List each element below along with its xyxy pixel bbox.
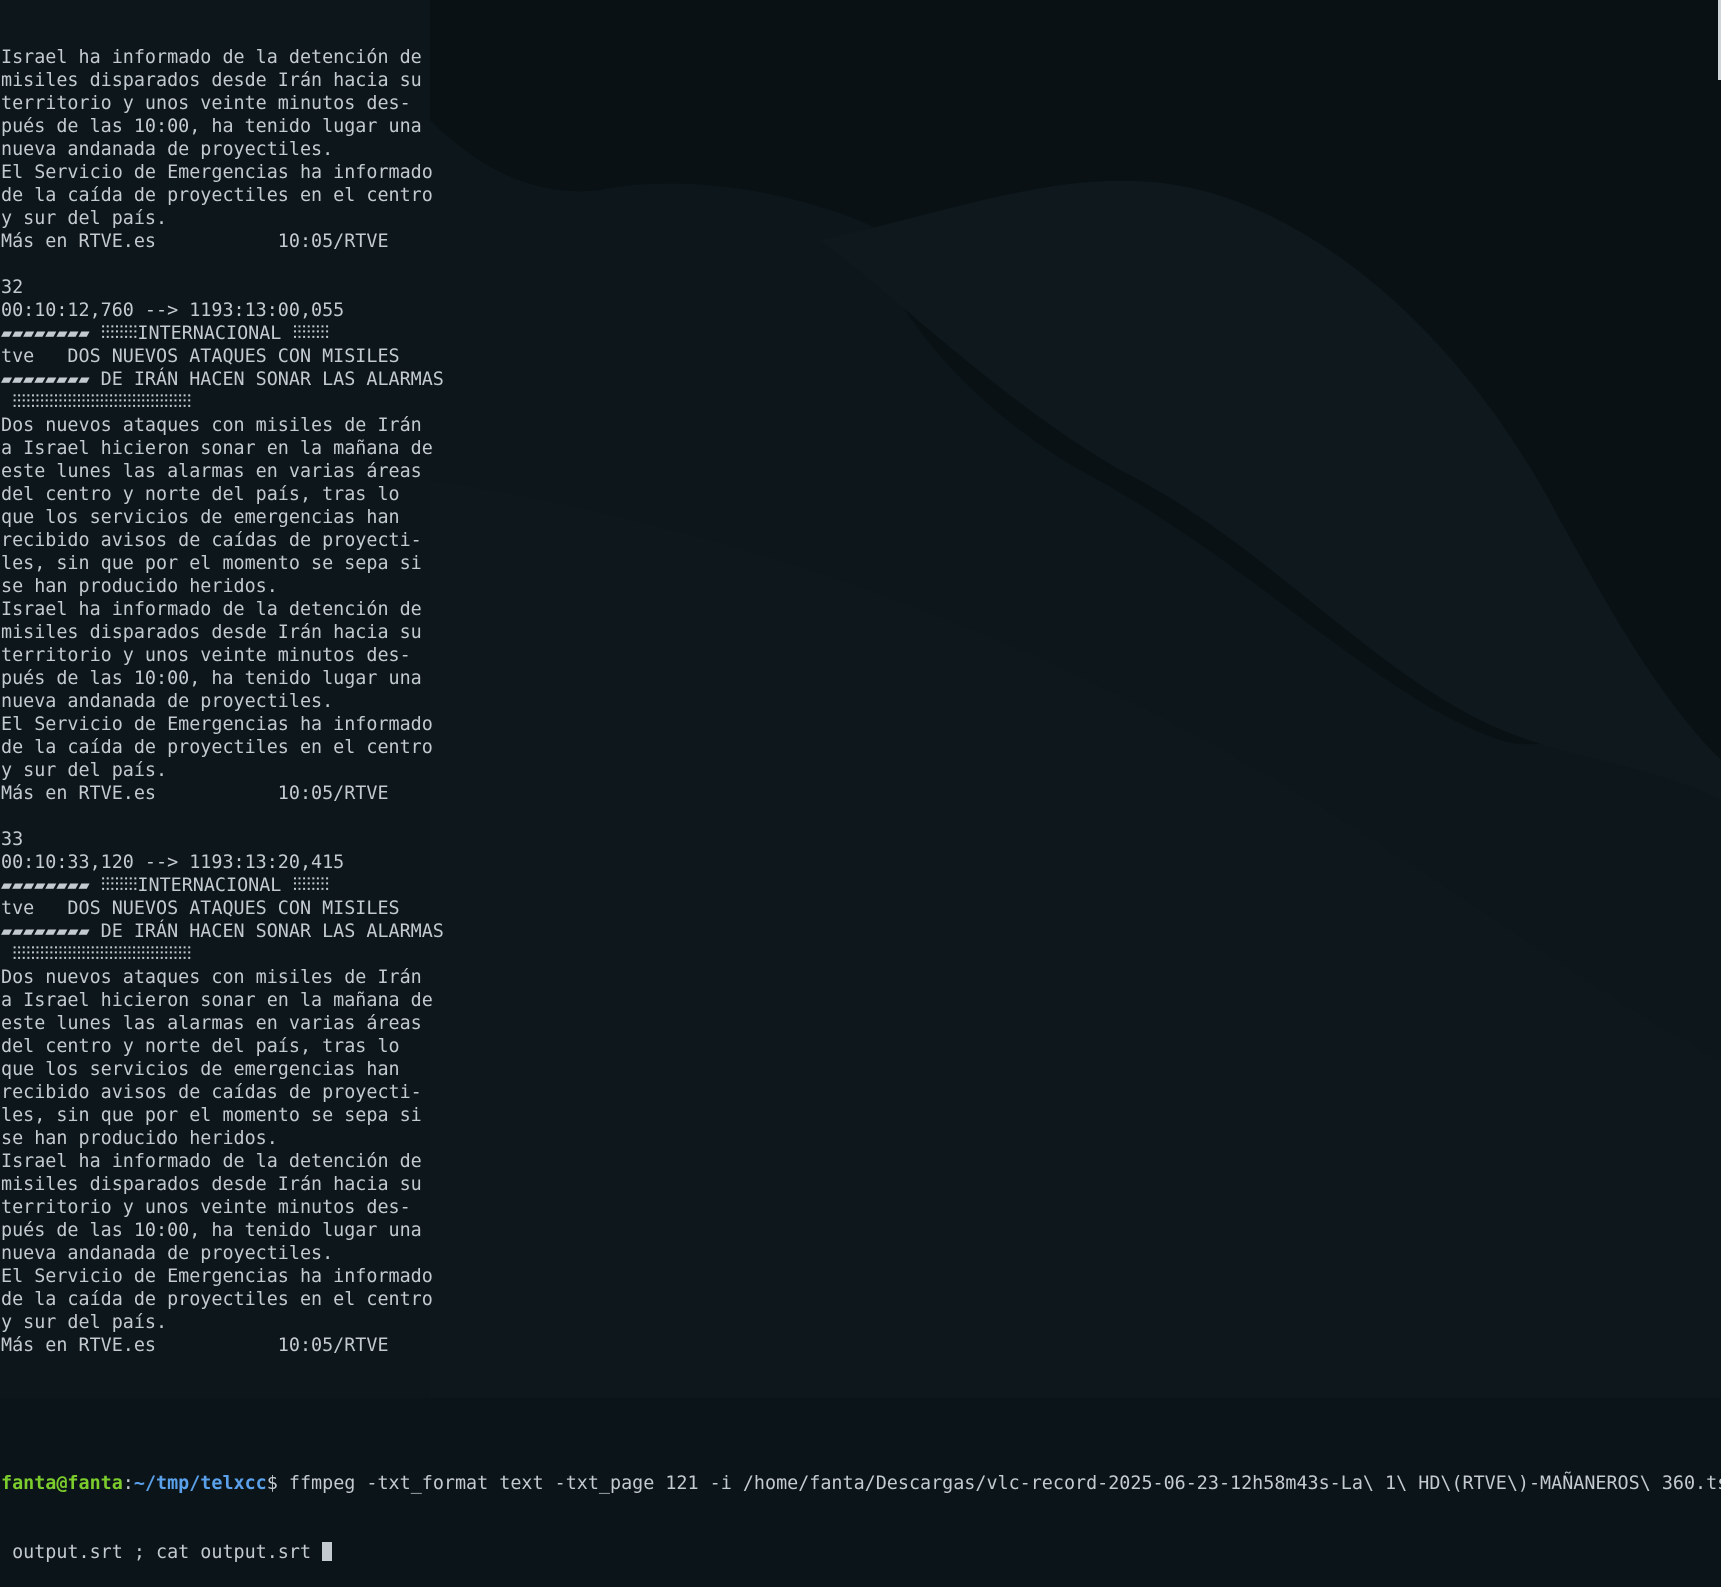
terminal-line: ⫶⫶⫶⫶⫶⫶⫶⫶⫶⫶⫶⫶⫶⫶⫶⫶⫶⫶⫶⫶⫶⫶⫶⫶⫶⫶⫶⫶⫶⫶⫶⫶⫶⫶⫶⫶⫶⫶⫶: [1, 392, 192, 413]
terminal-line: y sur del país.: [1, 208, 168, 229]
terminal-line: Israel ha informado de la detención de: [1, 599, 422, 620]
terminal-line: les, sin que por el momento se sepa si: [1, 1105, 422, 1126]
terminal-line: misiles disparados desde Irán hacia su: [1, 70, 422, 91]
terminal-window[interactable]: Israel ha informado de la detención de mi…: [0, 0, 1721, 1563]
prompt-continuation-line[interactable]: output.srt ; cat output.srt: [1, 1541, 1721, 1564]
terminal-line: de la caída de proyectiles en el centro: [1, 185, 433, 206]
terminal-line: recibido avisos de caídas de proyecti-: [1, 530, 422, 551]
prompt-line[interactable]: fanta@fanta:~/tmp/telxcc$ ffmpeg -txt_fo…: [1, 1472, 1721, 1495]
terminal-line: misiles disparados desde Irán hacia su: [1, 1174, 422, 1195]
terminal-line: a Israel hicieron sonar en la mañana de: [1, 990, 433, 1011]
terminal-line: ▰▰▰▰▰▰▰▰ DE IRÁN HACEN SONAR LAS ALARMAS: [1, 369, 444, 390]
terminal-line: territorio y unos veinte minutos des-: [1, 1197, 411, 1218]
terminal-line: Más en RTVE.es 10:05/RTVE: [1, 1335, 389, 1356]
prompt-path: ~/tmp/telxcc: [133, 1473, 267, 1494]
terminal-line: de la caída de proyectiles en el centro: [1, 737, 433, 758]
terminal-line: ▰▰▰▰▰▰▰▰ DE IRÁN HACEN SONAR LAS ALARMAS: [1, 921, 444, 942]
terminal-line: nueva andanada de proyectiles.: [1, 691, 334, 712]
terminal-line: 32: [1, 277, 24, 298]
terminal-line: El Servicio de Emergencias ha informado: [1, 1266, 433, 1287]
terminal-line: ▰▰▰▰▰▰▰▰ ⫶⫶⫶⫶⫶⫶⫶⫶INTERNACIONAL ⫶⫶⫶⫶⫶⫶⫶⫶: [1, 875, 330, 896]
terminal-line: se han producido heridos.: [1, 1128, 278, 1149]
terminal-line: este lunes las alarmas en varias áreas: [1, 1013, 422, 1034]
terminal-output: Israel ha informado de la detención de mi…: [1, 46, 1721, 1357]
terminal-line: 00:10:33,120 --> 1193:13:20,415: [1, 852, 345, 873]
prompt-user-host: fanta@fanta: [1, 1473, 123, 1494]
terminal-line: Dos nuevos ataques con misiles de Irán: [1, 415, 422, 436]
terminal-line: pués de las 10:00, ha tenido lugar una: [1, 1220, 422, 1241]
terminal-line: 33: [1, 829, 24, 850]
prompt-separator: :: [122, 1473, 134, 1494]
terminal-line: Israel ha informado de la detención de: [1, 1151, 422, 1172]
terminal-line: este lunes las alarmas en varias áreas: [1, 461, 422, 482]
terminal-line: Más en RTVE.es 10:05/RTVE: [1, 231, 389, 252]
terminal-line: del centro y norte del país, tras lo: [1, 1036, 400, 1057]
terminal-line: El Servicio de Emergencias ha informado: [1, 162, 433, 183]
terminal-line: nueva andanada de proyectiles.: [1, 139, 334, 160]
terminal-line: pués de las 10:00, ha tenido lugar una: [1, 668, 422, 689]
terminal-line: tve DOS NUEVOS ATAQUES CON MISILES: [1, 346, 400, 367]
terminal-line: ⫶⫶⫶⫶⫶⫶⫶⫶⫶⫶⫶⫶⫶⫶⫶⫶⫶⫶⫶⫶⫶⫶⫶⫶⫶⫶⫶⫶⫶⫶⫶⫶⫶⫶⫶⫶⫶⫶⫶: [1, 944, 192, 965]
terminal-line: misiles disparados desde Irán hacia su: [1, 622, 422, 643]
terminal-line: Más en RTVE.es 10:05/RTVE: [1, 783, 389, 804]
prompt-symbol: $: [266, 1473, 278, 1494]
terminal-line: y sur del país.: [1, 760, 168, 781]
terminal-line: que los servicios de emergencias han: [1, 1059, 400, 1080]
terminal-line: pués de las 10:00, ha tenido lugar una: [1, 116, 422, 137]
terminal-line: recibido avisos de caídas de proyecti-: [1, 1082, 422, 1103]
output-spacer: [1, 1403, 1721, 1426]
terminal-line: se han producido heridos.: [1, 576, 278, 597]
terminal-line: del centro y norte del país, tras lo: [1, 484, 400, 505]
command-text-line2: output.srt ; cat output.srt: [1, 1542, 323, 1563]
terminal-line: a Israel hicieron sonar en la mañana de: [1, 438, 433, 459]
terminal-line: tve DOS NUEVOS ATAQUES CON MISILES: [1, 898, 400, 919]
terminal-line: les, sin que por el momento se sepa si: [1, 553, 422, 574]
text-cursor: [322, 1542, 333, 1561]
terminal-line: que los servicios de emergencias han: [1, 507, 400, 528]
terminal-line: 00:10:12,760 --> 1193:13:00,055: [1, 300, 345, 321]
terminal-line: El Servicio de Emergencias ha informado: [1, 714, 433, 735]
terminal-line: territorio y unos veinte minutos des-: [1, 93, 411, 114]
command-text-line1: ffmpeg -txt_format text -txt_page 121 -i…: [277, 1473, 1721, 1494]
terminal-line: ▰▰▰▰▰▰▰▰ ⫶⫶⫶⫶⫶⫶⫶⫶INTERNACIONAL ⫶⫶⫶⫶⫶⫶⫶⫶: [1, 323, 330, 344]
terminal-line: Israel ha informado de la detención de: [1, 47, 422, 68]
terminal-line: de la caída de proyectiles en el centro: [1, 1289, 433, 1310]
terminal-line: territorio y unos veinte minutos des-: [1, 645, 411, 666]
terminal-line: Dos nuevos ataques con misiles de Irán: [1, 967, 422, 988]
terminal-line: y sur del país.: [1, 1312, 168, 1333]
terminal-line: nueva andanada de proyectiles.: [1, 1243, 334, 1264]
